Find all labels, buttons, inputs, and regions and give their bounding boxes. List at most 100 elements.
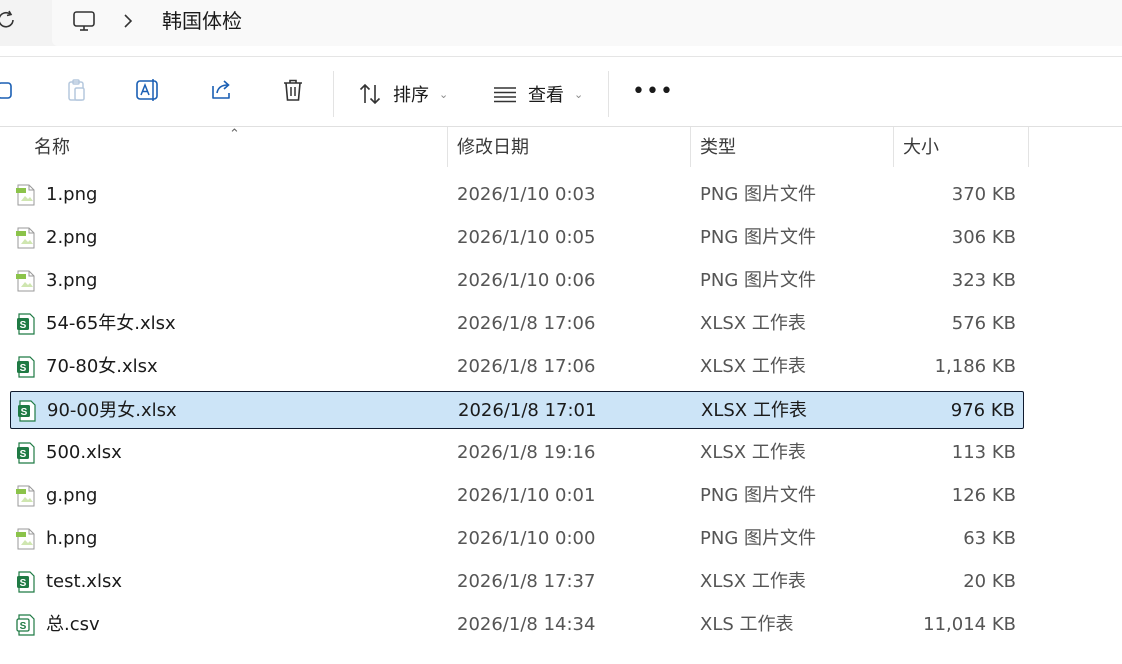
sort-button[interactable]: 排序 ⌄ xyxy=(357,79,448,109)
svg-text:S: S xyxy=(20,320,27,331)
file-row[interactable]: S 90-00男女.xlsx 2026/1/8 17:01 XLSX 工作表 976 K… xyxy=(10,391,1024,429)
copy-button[interactable] xyxy=(0,75,20,105)
column-type-header[interactable]: 类型 xyxy=(690,127,736,167)
file-row[interactable]: S 500.xlsx 2026/1/8 19:16 XLSX 工作表 113 KB xyxy=(10,434,1024,472)
file-row[interactable]: h.png 2026/1/10 0:00 PNG 图片文件 63 KB xyxy=(10,520,1024,558)
file-modified-date: 2026/1/10 0:01 xyxy=(457,485,596,506)
file-size: 126 KB xyxy=(951,485,1016,506)
command-bar: 排序 ⌄ 查看 ⌄ ••• xyxy=(0,57,1122,127)
file-size: 306 KB xyxy=(951,227,1016,248)
svg-text:S: S xyxy=(20,449,27,460)
file-name: h.png xyxy=(46,528,98,549)
file-type: XLSX 工作表 xyxy=(700,571,806,592)
svg-text:S: S xyxy=(20,363,27,374)
file-type: PNG 图片文件 xyxy=(700,485,816,506)
toolbar-separator xyxy=(608,71,609,117)
file-row[interactable]: S 总.csv 2026/1/8 14:34 XLS 工作表 11,014 KB xyxy=(10,606,1024,644)
file-row[interactable]: S 54-65年女.xlsx 2026/1/8 17:06 XLSX 工作表 576 K… xyxy=(10,305,1024,343)
file-name: 500.xlsx xyxy=(46,442,122,463)
paste-button[interactable] xyxy=(62,75,92,105)
file-modified-date: 2026/1/10 0:06 xyxy=(457,270,596,291)
address-bar: 韩国体检 xyxy=(0,0,1122,46)
breadcrumb-current-folder[interactable]: 韩国体检 xyxy=(162,8,242,34)
file-modified-date: 2026/1/8 17:01 xyxy=(458,400,597,421)
computer-icon[interactable] xyxy=(72,9,96,33)
file-size: 113 KB xyxy=(951,442,1016,463)
file-name: 总.csv xyxy=(46,614,100,635)
view-button[interactable]: 查看 ⌄ xyxy=(492,79,583,109)
column-date-header[interactable]: 修改日期 xyxy=(447,127,529,167)
rename-button[interactable] xyxy=(133,75,163,105)
file-name: 70-80女.xlsx xyxy=(46,356,158,377)
file-row[interactable]: S 70-80女.xlsx 2026/1/8 17:06 XLSX 工作表 1,186 … xyxy=(10,348,1024,386)
file-size: 63 KB xyxy=(963,528,1016,549)
file-modified-date: 2026/1/8 17:37 xyxy=(457,571,596,592)
sort-label: 排序 xyxy=(393,85,429,106)
file-type: PNG 图片文件 xyxy=(700,227,816,248)
delete-button[interactable] xyxy=(278,75,308,105)
excel-file-icon: S xyxy=(17,313,35,335)
excel-file-icon: S xyxy=(17,571,35,593)
copy-icon xyxy=(0,82,12,99)
trash-icon xyxy=(284,79,302,101)
file-modified-date: 2026/1/10 0:05 xyxy=(457,227,596,248)
svg-text:S: S xyxy=(20,578,27,589)
png-file-icon xyxy=(16,184,35,206)
column-header: ⌃ 名称 修改日期 类型 大小 xyxy=(0,127,1122,171)
sort-ascending-icon: ⌃ xyxy=(229,127,240,142)
chevron-down-icon: ⌄ xyxy=(574,87,584,101)
view-label: 查看 xyxy=(528,85,564,106)
file-name: 54-65年女.xlsx xyxy=(46,313,176,334)
column-name-header[interactable]: 名称 xyxy=(24,127,70,167)
file-row[interactable]: g.png 2026/1/10 0:01 PNG 图片文件 126 KB xyxy=(10,477,1024,515)
file-name: test.xlsx xyxy=(46,571,122,592)
file-type: PNG 图片文件 xyxy=(700,528,816,549)
svg-text:S: S xyxy=(20,621,27,632)
excel-file-icon: S xyxy=(17,442,35,464)
file-size: 576 KB xyxy=(951,313,1016,334)
file-size: 1,186 KB xyxy=(934,356,1016,377)
file-row[interactable]: 3.png 2026/1/10 0:06 PNG 图片文件 323 KB xyxy=(10,262,1024,300)
file-size: 11,014 KB xyxy=(923,614,1016,635)
file-row[interactable]: Stest.xlsx 2026/1/8 17:37 XLSX 工作表 20 KB xyxy=(10,563,1024,601)
file-row[interactable]: 1.png 2026/1/10 0:03 PNG 图片文件 370 KB xyxy=(10,176,1024,214)
list-view-icon xyxy=(494,87,516,103)
chevron-right-icon[interactable] xyxy=(121,12,135,30)
file-modified-date: 2026/1/10 0:03 xyxy=(457,184,596,205)
file-row[interactable]: 2.png 2026/1/10 0:05 PNG 图片文件 306 KB xyxy=(10,219,1024,257)
file-type: PNG 图片文件 xyxy=(700,270,816,291)
file-modified-date: 2026/1/8 17:06 xyxy=(457,356,596,377)
file-modified-date: 2026/1/10 0:00 xyxy=(457,528,596,549)
file-type: PNG 图片文件 xyxy=(700,184,816,205)
more-options-button[interactable]: ••• xyxy=(632,79,674,105)
file-size: 20 KB xyxy=(963,571,1016,592)
file-name: 90-00男女.xlsx xyxy=(47,400,177,421)
column-size-header[interactable]: 大小 xyxy=(893,127,939,167)
file-type: XLSX 工作表 xyxy=(700,313,806,334)
file-type: XLSX 工作表 xyxy=(701,400,807,421)
png-file-icon xyxy=(16,528,35,550)
excel-file-icon: S xyxy=(17,356,35,378)
file-name: g.png xyxy=(46,485,98,506)
file-size: 323 KB xyxy=(951,270,1016,291)
file-modified-date: 2026/1/8 14:34 xyxy=(457,614,596,635)
share-icon xyxy=(212,80,230,99)
share-button[interactable] xyxy=(206,75,236,105)
png-file-icon xyxy=(16,485,35,507)
csv-file-icon: S xyxy=(16,614,35,636)
file-name: 3.png xyxy=(46,270,98,291)
file-name: 1.png xyxy=(46,184,98,205)
excel-file-icon: S xyxy=(18,400,36,422)
png-file-icon xyxy=(16,227,35,249)
rename-icon xyxy=(136,79,158,101)
paste-icon xyxy=(68,79,85,101)
refresh-icon[interactable] xyxy=(0,9,18,31)
column-resize-handle[interactable] xyxy=(1028,127,1029,167)
file-modified-date: 2026/1/8 17:06 xyxy=(457,313,596,334)
file-size: 976 KB xyxy=(950,400,1015,421)
toolbar-separator xyxy=(333,71,334,117)
file-type: XLS 工作表 xyxy=(700,614,794,635)
png-file-icon xyxy=(16,270,35,292)
chevron-down-icon: ⌄ xyxy=(439,87,449,101)
file-type: XLSX 工作表 xyxy=(700,442,806,463)
